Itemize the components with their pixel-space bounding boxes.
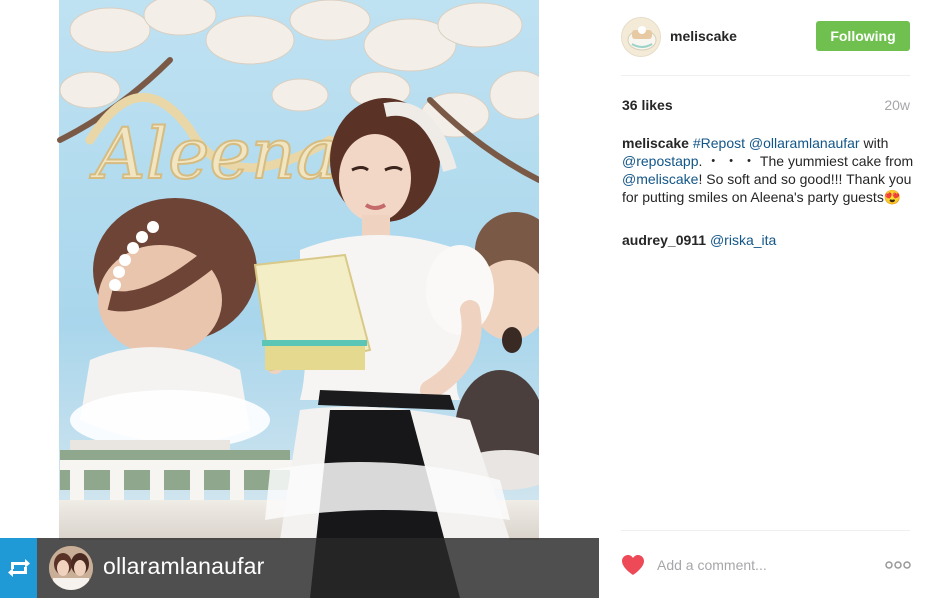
caption-mention[interactable]: @ollaramlanaufar [749,135,860,151]
likes-count[interactable]: 36 likes [622,97,673,113]
post-caption: meliscake #Repost @ollaramlanaufar with … [622,134,914,206]
repost-avatar [49,546,93,590]
heart-icon[interactable] [621,554,645,576]
comment: audrey_0911 @riska_ita [622,231,914,249]
profile-avatar[interactable] [621,17,661,57]
caption-text: . ・ ・ ・ The yummiest cake from [698,153,914,169]
profile-username[interactable]: meliscake [670,28,737,44]
divider [621,75,910,76]
heart-eyes-emoji: 😍 [883,189,902,205]
post-header: meliscake Following [621,16,910,57]
post-age[interactable]: 20w [884,97,910,113]
repost-bar: ollaramlanaufar [0,538,599,598]
comment-mention[interactable]: @riska_ita [710,232,776,248]
caption-mention[interactable]: @repostapp [622,153,698,169]
divider [621,530,910,531]
more-options-icon[interactable] [885,560,911,570]
caption-mention[interactable]: @meliscake [622,171,698,187]
repost-username: ollaramlanaufar [103,553,265,579]
post-photo-panel: Aleena ollaramlanaufar [0,0,599,598]
comment-bar [621,550,913,580]
post-details-panel: meliscake Following 36 likes 20w melisca… [599,0,933,598]
comment-username[interactable]: audrey_0911 [622,232,706,248]
post-photo: Aleena [0,0,599,598]
sign-text: Aleena [89,113,338,195]
comment-input[interactable] [657,552,877,578]
repost-badge [0,538,37,598]
caption-username[interactable]: meliscake [622,135,689,151]
following-button[interactable]: Following [816,21,910,51]
caption-hashtag[interactable]: #Repost [693,135,745,151]
caption-text: with [859,135,889,151]
repost-icon [7,559,30,577]
